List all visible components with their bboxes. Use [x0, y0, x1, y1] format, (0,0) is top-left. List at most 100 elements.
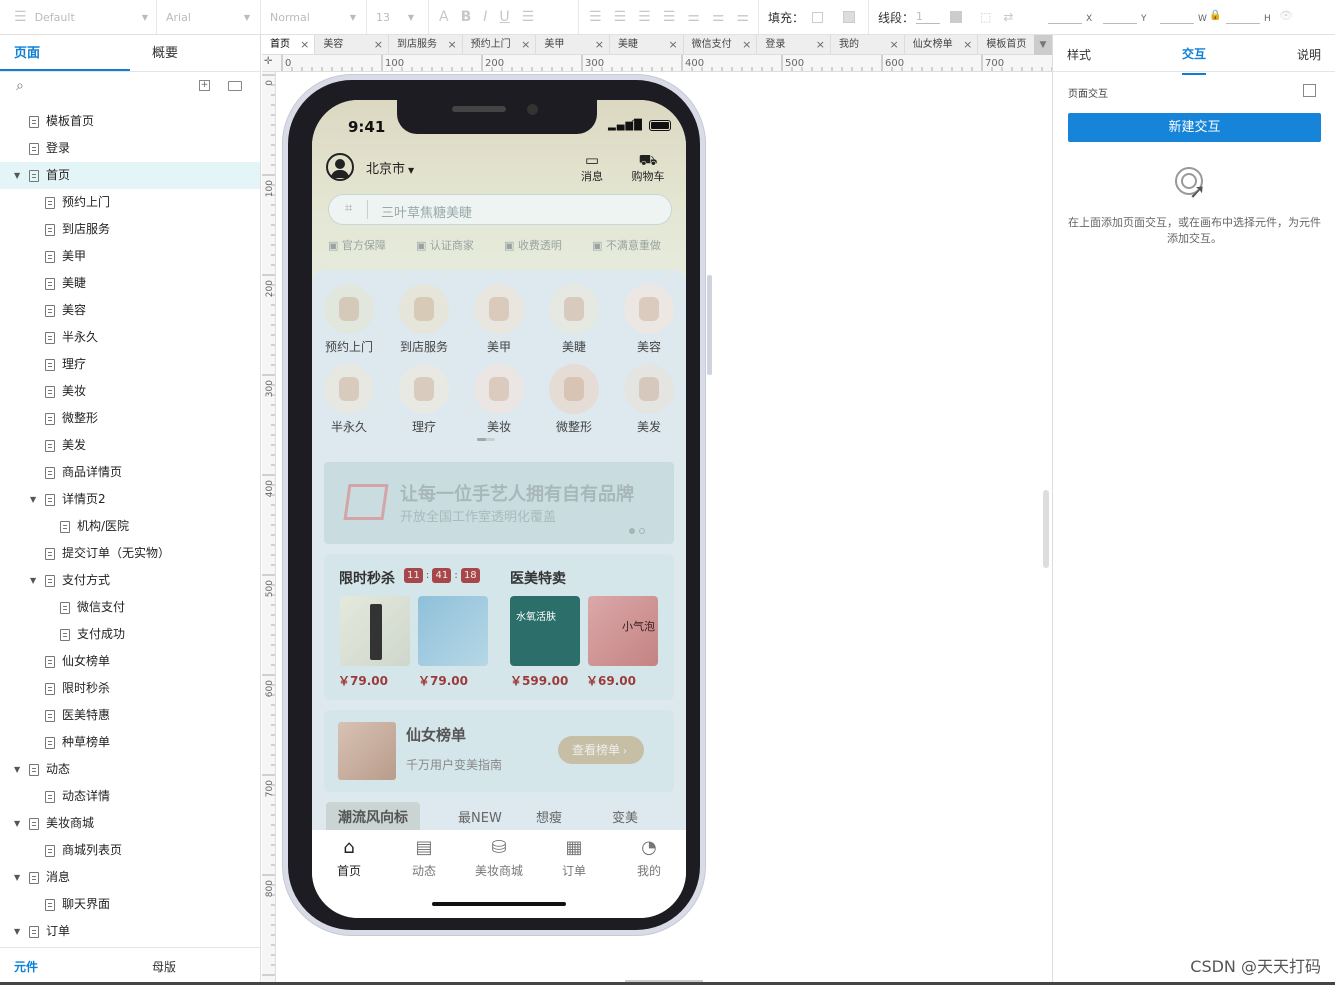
add-folder-icon[interactable] [228, 81, 242, 91]
close-tab-icon[interactable]: × [521, 35, 530, 54]
document-tab[interactable]: 首页 × [262, 35, 316, 54]
shadow-swatch[interactable] [843, 11, 856, 23]
expand-arrow-icon[interactable]: ▼ [14, 918, 20, 945]
page-tree-item[interactable]: 美发 [0, 432, 260, 459]
text-color-icon[interactable]: A [439, 9, 449, 25]
fill-color-swatch[interactable] [812, 11, 824, 23]
page-tree-item[interactable]: 机构/医院 [0, 513, 260, 540]
stroke-width-input[interactable]: 1 [916, 10, 941, 24]
page-tree-item[interactable]: ▼ 消息 [0, 864, 260, 891]
w-field[interactable]: W [1160, 10, 1207, 24]
tab-interactions[interactable]: 交互 [1182, 35, 1207, 75]
close-tab-icon[interactable]: × [816, 35, 825, 54]
page-tree-item[interactable]: 微信支付 [0, 594, 260, 621]
tab-outline[interactable]: 概要 [130, 35, 260, 71]
stroke-color-swatch[interactable] [950, 11, 963, 23]
expand-arrow-icon[interactable]: ▼ [14, 162, 20, 189]
bold-icon[interactable]: B [461, 9, 472, 25]
expand-icon[interactable] [1303, 84, 1316, 97]
page-tree-item[interactable]: 商品详情页 [0, 459, 260, 486]
close-tab-icon[interactable]: × [742, 35, 751, 54]
style-select[interactable]: ☰ Default ▼ [0, 0, 156, 34]
design-canvas[interactable]: 9:41 ▂▄▆█ ◠ 北京市 ▼ ▭ 消息 ⛟ 购物车 ⌗ 三叶草焦糖美睫 ▣… [277, 72, 1052, 985]
new-interaction-button[interactable]: 新建交互 [1068, 113, 1321, 142]
page-tree-item[interactable]: ▼ 订单 [0, 918, 260, 945]
arrow-style-icon[interactable]: ⇄ [1003, 10, 1013, 24]
valign-bottom-icon[interactable]: ⚌ [736, 9, 749, 25]
view-ranking-button[interactable]: 查看榜单 › [558, 736, 644, 764]
document-tab[interactable]: 美甲 × [536, 35, 610, 54]
align-right-icon[interactable]: ☰ [638, 9, 651, 25]
product-image[interactable] [340, 596, 410, 666]
page-tree-item[interactable]: ▼ 详情页2 [0, 486, 260, 513]
tabs-overflow-icon[interactable]: ▼ [1034, 35, 1052, 55]
canvas-vertical-scrollbar[interactable] [1043, 490, 1049, 568]
valign-top-icon[interactable]: ⚌ [687, 9, 700, 25]
page-tree-item[interactable]: 动态详情 [0, 783, 260, 810]
page-tree-item[interactable]: 预约上门 [0, 189, 260, 216]
close-tab-icon[interactable]: × [300, 35, 309, 54]
document-tab[interactable]: 微信支付 × [684, 35, 758, 54]
product-image[interactable] [418, 596, 488, 666]
document-tab[interactable]: 美睫 × [610, 35, 684, 54]
document-tab[interactable]: 美容 × [315, 35, 389, 54]
page-tree-item[interactable]: 美甲 [0, 243, 260, 270]
message-button[interactable]: ▭ 消息 [574, 152, 610, 184]
expand-arrow-icon[interactable]: ▼ [14, 864, 20, 891]
page-tree-item[interactable]: 美睫 [0, 270, 260, 297]
trend-tab[interactable]: 最NEW [446, 802, 514, 832]
stroke-pattern-icon[interactable]: ⬚ [980, 10, 991, 24]
tab-bar-item[interactable]: ⛁ 美妆商城 [464, 838, 534, 879]
product-image[interactable]: 小气泡 [588, 596, 658, 666]
italic-icon[interactable]: I [483, 9, 487, 25]
ranking-card[interactable]: 仙女榜单 千万用户变美指南 查看榜单 › [324, 710, 674, 792]
page-tree-item[interactable]: 聊天界面 [0, 891, 260, 918]
document-tab[interactable]: 我的 × [831, 35, 905, 54]
scan-icon[interactable]: ⌗ [345, 201, 352, 216]
document-tab[interactable]: 到店服务 × [389, 35, 463, 54]
page-tree-item[interactable]: 限时秒杀 [0, 675, 260, 702]
underline-icon[interactable]: U [499, 9, 509, 25]
expand-arrow-icon[interactable]: ▼ [30, 567, 36, 594]
page-tree-item[interactable]: 仙女榜单 [0, 648, 260, 675]
tab-bar-item[interactable]: ◔ 我的 [614, 838, 684, 879]
tab-notes[interactable]: 说明 [1297, 35, 1321, 75]
page-tree-item[interactable]: ▼ 美妆商城 [0, 810, 260, 837]
valign-middle-icon[interactable]: ⚌ [712, 9, 725, 25]
document-tab[interactable]: 预约上门 × [463, 35, 537, 54]
page-tree-item[interactable]: 商城列表页 [0, 837, 260, 864]
h-field[interactable]: H [1226, 10, 1271, 24]
page-tree-item[interactable]: 登录 [0, 135, 260, 162]
page-tree-item[interactable]: 美妆 [0, 378, 260, 405]
tab-widgets[interactable]: 元件 [0, 948, 130, 985]
page-tree-item[interactable]: 理疗 [0, 351, 260, 378]
close-tab-icon[interactable]: × [447, 35, 456, 54]
tab-masters[interactable]: 母版 [130, 948, 260, 985]
city-selector[interactable]: 北京市 ▼ [366, 158, 414, 177]
weight-select[interactable]: Normal ▼ [260, 0, 364, 34]
tab-bar-item[interactable]: ▤ 动态 [389, 838, 459, 879]
page-tree-item[interactable]: ▼ 支付方式 [0, 567, 260, 594]
avatar-icon[interactable] [326, 153, 354, 181]
trend-tab[interactable]: 想瘦 [524, 802, 574, 832]
x-field[interactable]: X [1048, 10, 1092, 24]
trend-tab[interactable]: 变美 [600, 802, 650, 832]
page-tree-item[interactable]: 半永久 [0, 324, 260, 351]
align-left-icon[interactable]: ☰ [589, 9, 602, 25]
search-icon[interactable]: ⌕ [16, 78, 24, 94]
banner[interactable]: 让每一位手艺人拥有自有品牌 开放全国工作室透明化覆盖 [324, 462, 674, 544]
cart-button[interactable]: ⛟ 购物车 [626, 152, 670, 184]
close-tab-icon[interactable]: × [374, 35, 383, 54]
list-icon[interactable]: ☰ [522, 9, 535, 25]
close-tab-icon[interactable]: × [668, 35, 677, 54]
page-tree-item[interactable]: ▼ 首页 [0, 162, 260, 189]
tab-bar-item[interactable]: ⌂ 首页 [314, 838, 384, 879]
product-image[interactable]: 水氧活肤 [510, 596, 580, 666]
close-tab-icon[interactable]: × [963, 35, 972, 54]
trend-tab[interactable]: 潮流风向标 [326, 802, 420, 832]
align-center-icon[interactable]: ☰ [614, 9, 627, 25]
align-justify-icon[interactable]: ☰ [663, 9, 676, 25]
expand-arrow-icon[interactable]: ▼ [14, 756, 20, 783]
document-tab[interactable]: 仙女榜单 × [905, 35, 979, 54]
page-tree-item[interactable]: 微整形 [0, 405, 260, 432]
